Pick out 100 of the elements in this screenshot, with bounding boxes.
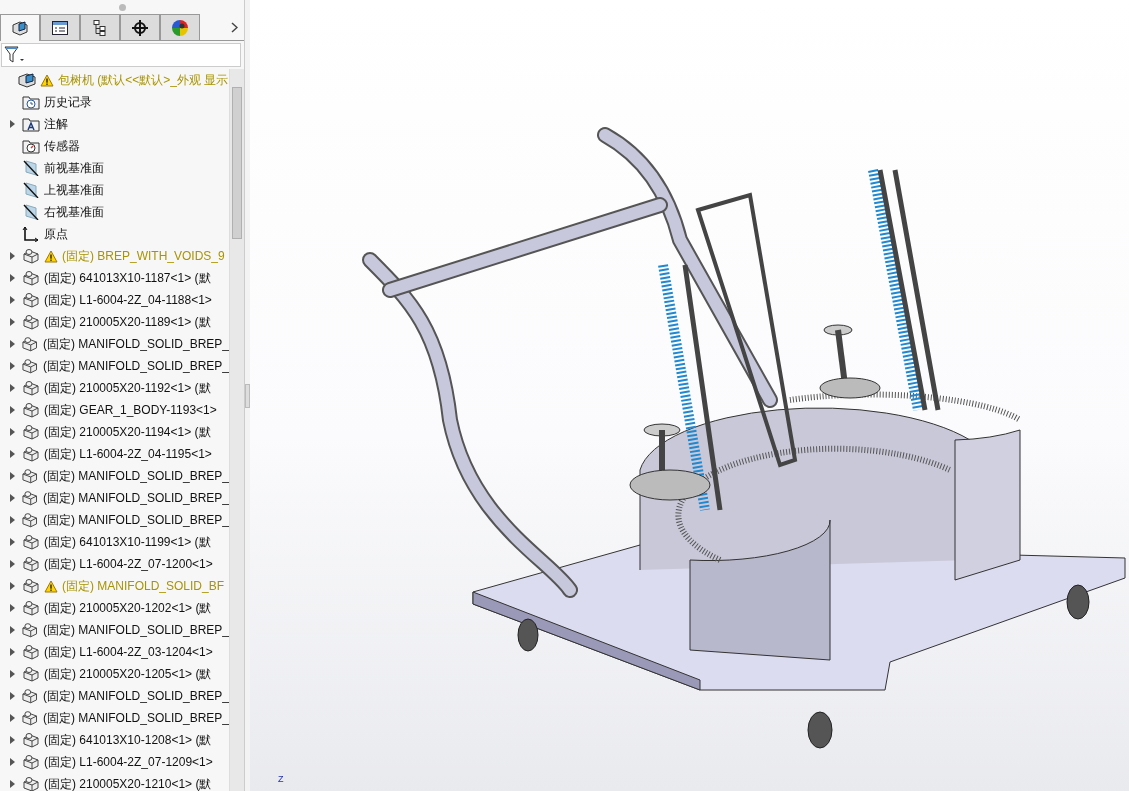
expand-arrow-icon[interactable] [9,626,16,634]
part-icon [22,314,40,330]
tree-item-label[interactable]: (固定) 641013X10-1187<1> (默 [44,269,211,287]
part-icon [22,578,40,594]
tree-item-label[interactable]: (固定) MANIFOLD_SOLID_BREP_ [42,467,229,485]
tree-item-label[interactable]: (固定) 210005X20-1189<1> (默 [44,313,211,331]
panel-tab[interactable] [40,14,80,40]
tree-item-label[interactable]: (固定) L1-6004-2Z_04-1188<1> [44,291,212,309]
color-wheel-icon [171,18,189,37]
tree-item-label[interactable]: (固定) MANIFOLD_SOLID_BREP_ [42,511,229,529]
tree-item-label[interactable]: (固定) 210005X20-1205<1> (默 [44,665,212,683]
expand-arrow-icon[interactable] [10,780,16,788]
expand-arrow-icon[interactable] [9,472,16,480]
panel-tab[interactable] [120,14,160,40]
expand-arrow-icon[interactable] [10,582,16,590]
expand-arrow-icon[interactable] [10,604,16,612]
part-icon [22,556,40,572]
tree-item-label[interactable]: 注解 [44,115,68,133]
scrollbar-thumb[interactable] [232,87,242,239]
tree-item-label[interactable]: (固定) L1-6004-2Z_07-1209<1> [44,753,213,771]
tree-item-label[interactable]: 传感器 [44,137,80,155]
part-icon [21,710,39,726]
tree-item-label[interactable]: (固定) L1-6004-2Z_03-1204<1> [44,643,213,661]
splitter-handle[interactable] [245,383,250,408]
crosshair-icon [131,18,149,37]
panel-tab[interactable] [0,14,40,41]
tree-item-label[interactable]: (固定) 210005X20-1192<1> (默 [44,379,211,397]
tree-item-label[interactable]: (固定) MANIFOLD_SOLID_BREP_ [42,687,229,705]
expand-arrow-icon[interactable] [10,560,16,568]
expand-arrow-icon[interactable] [10,318,16,326]
tree-item-label[interactable]: (固定) MANIFOLD_SOLID_BREP_ [42,335,229,353]
part-icon [22,424,40,440]
expand-arrow-icon[interactable] [9,692,16,700]
expand-arrow-icon[interactable] [9,494,16,502]
expand-arrow-icon[interactable] [10,296,16,304]
tree-item-label[interactable]: (固定) L1-6004-2Z_07-1200<1> [44,555,213,573]
property-list-icon [51,18,69,37]
tree-item-label[interactable]: 前视基准面 [44,159,104,177]
plane-icon [22,160,40,176]
tree-item-label[interactable]: (固定) 210005X20-1194<1> (默 [44,423,211,441]
part-icon [22,732,40,748]
expand-arrow-icon[interactable] [10,648,16,656]
expand-arrow-icon[interactable] [10,670,16,678]
expand-arrow-icon[interactable] [10,450,16,458]
scrollbar[interactable] [229,69,244,791]
gauge-folder-icon [22,138,40,154]
clock-folder-icon [22,94,40,110]
tree-item-label[interactable]: (固定) 641013X10-1208<1> (默 [44,731,212,749]
expand-arrow-icon[interactable] [10,428,16,436]
filter-icon [4,46,26,64]
tree-item-label[interactable]: (固定) MANIFOLD_SOLID_BREP_ [42,489,229,507]
part-icon [22,666,40,682]
chevron-right-icon [230,21,238,33]
assembly-icon [18,72,36,88]
tree-item-label[interactable]: (固定) MANIFOLD_SOLID_BREP_ [42,357,229,375]
warning-icon [44,579,58,593]
panel-grip[interactable] [118,3,126,11]
cube-icon [11,19,29,37]
config-tree-icon [91,18,109,37]
part-icon [22,270,40,286]
expand-arrow-icon[interactable] [10,736,16,744]
expand-arrow-icon[interactable] [10,384,16,392]
part-icon [21,468,39,484]
part-icon [22,446,40,462]
tree-item-label[interactable]: 上视基准面 [44,181,104,199]
expand-arrow-icon[interactable] [10,120,16,128]
part-icon [21,490,39,506]
expand-arrow-icon[interactable] [9,714,16,722]
tree-item-label[interactable]: (固定) L1-6004-2Z_04-1195<1> [44,445,212,463]
expand-arrow-icon[interactable] [10,538,16,546]
part-icon [21,358,39,374]
filter-field[interactable] [1,43,241,67]
part-icon [22,248,40,264]
tree-item-label[interactable]: 原点 [44,225,68,243]
part-icon [22,754,40,770]
tree-item-label[interactable]: (固定) 210005X20-1210<1> (默 [44,775,212,791]
expand-arrow-icon[interactable] [9,516,16,524]
tree-item-label[interactable]: 历史记录 [44,93,92,111]
expand-arrow-icon[interactable] [10,406,16,414]
plane-icon [22,204,40,220]
tree-item-label[interactable]: 右视基准面 [44,203,104,221]
expand-arrow-icon[interactable] [9,362,16,370]
part-icon [22,402,40,418]
axis-triad-label: Z [278,774,284,784]
warning-icon [40,73,54,87]
tree-item-label[interactable]: (固定) 641013X10-1199<1> (默 [44,533,211,551]
tree-item-label[interactable]: (固定) 210005X20-1202<1> (默 [44,599,212,617]
panel-tab[interactable] [80,14,120,40]
expand-arrow-icon[interactable] [10,274,16,282]
tree-item-label[interactable]: (固定) MANIFOLD_SOLID_BREP_ [42,621,229,639]
expand-arrow-icon[interactable] [10,252,16,260]
part-icon [21,622,39,638]
expand-arrow-icon[interactable] [10,758,16,766]
expand-arrow-icon[interactable] [9,340,16,348]
tree-item-label[interactable]: (固定) GEAR_1_BODY-1193<1> [44,401,217,419]
origin-axes-icon [22,226,40,242]
part-icon [21,512,39,528]
tree-item-label[interactable]: (固定) MANIFOLD_SOLID_BREP_ [42,709,229,727]
part-icon [22,644,40,660]
part-icon [22,600,40,616]
